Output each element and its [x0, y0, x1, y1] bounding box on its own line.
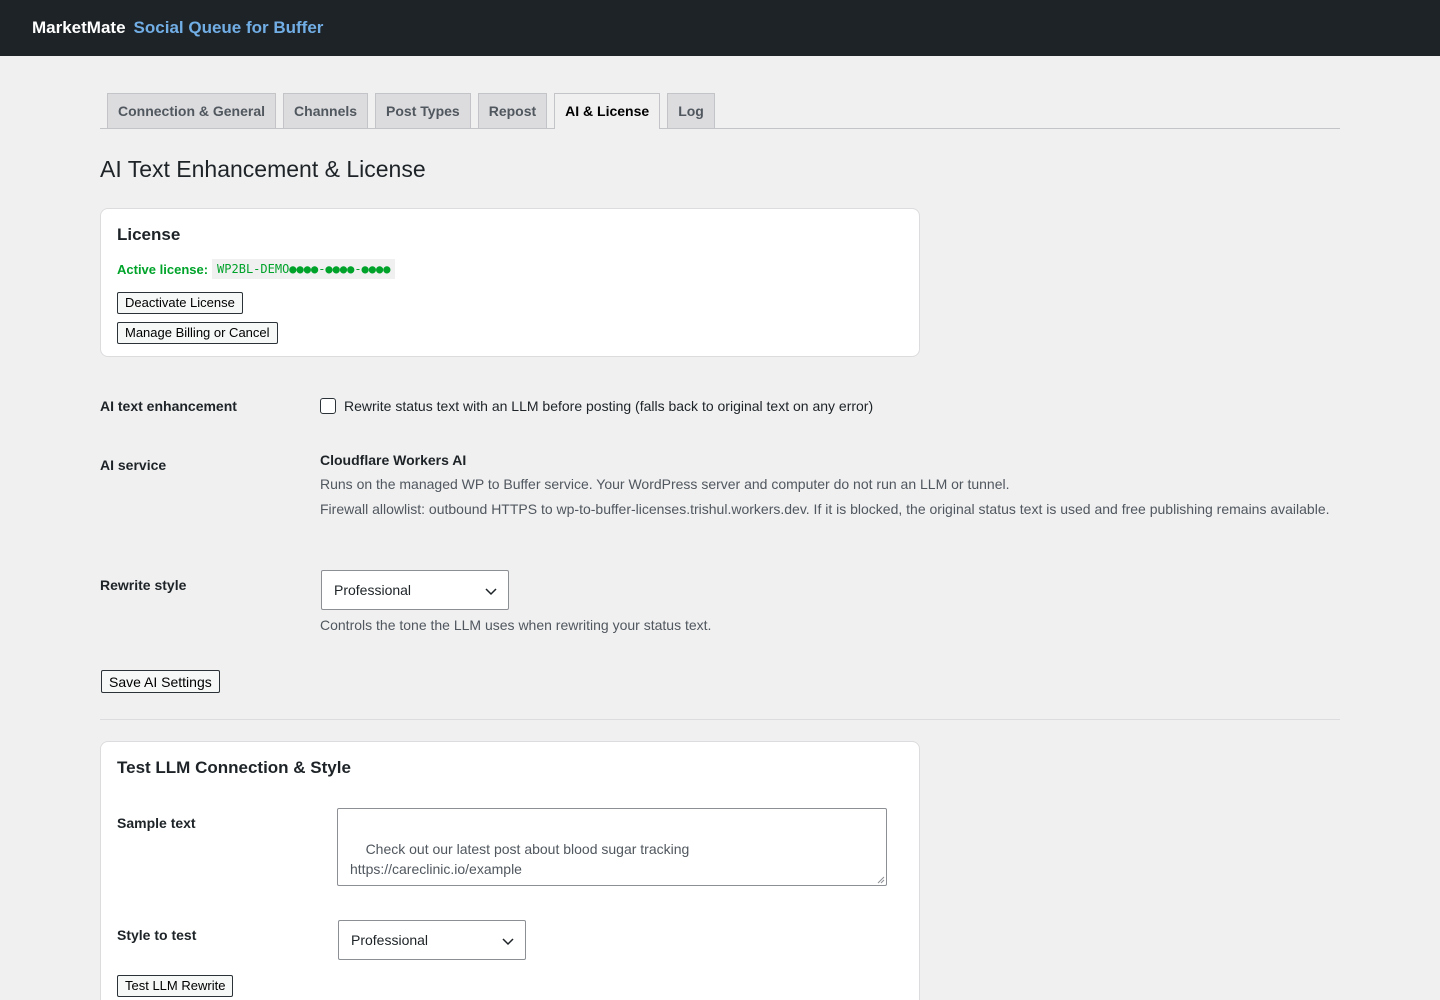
- chevron-down-icon: [485, 588, 497, 596]
- test-llm-card: Test LLM Connection & Style Sample text …: [100, 741, 920, 1000]
- active-license-row: Active license: WP2BL-DEMO●●●●-●●●●-●●●●: [117, 259, 396, 279]
- chevron-down-icon: [502, 938, 514, 946]
- firewall-note: Firewall allowlist: outbound HTTPS to wp…: [320, 501, 1330, 517]
- tab-channels[interactable]: Channels: [283, 93, 369, 128]
- license-key: WP2BL-DEMO●●●●-●●●●-●●●●: [212, 259, 396, 279]
- ai-enhancement-label: AI text enhancement: [100, 398, 237, 414]
- sample-text-value: Check out our latest post about blood su…: [350, 841, 690, 877]
- ai-service-label: AI service: [100, 457, 167, 473]
- rewrite-style-selected: Professional: [334, 582, 412, 598]
- settings-tabs: Connection & General Channels Post Types…: [100, 93, 1340, 129]
- ai-enhancement-checkbox-label[interactable]: Rewrite status text with an LLM before p…: [344, 398, 873, 414]
- manage-billing-button[interactable]: Manage Billing or Cancel: [117, 322, 278, 344]
- ai-enhancement-checkbox[interactable]: [320, 398, 336, 414]
- ai-service-description: Runs on the managed WP to Buffer service…: [320, 476, 1010, 492]
- product-name: Social Queue for Buffer: [133, 18, 324, 37]
- tab-repost[interactable]: Repost: [477, 93, 548, 128]
- style-to-test-selected: Professional: [351, 932, 429, 948]
- license-title: License: [117, 225, 181, 244]
- tab-connection-general[interactable]: Connection & General: [107, 93, 277, 128]
- test-llm-rewrite-button[interactable]: Test LLM Rewrite: [117, 975, 234, 997]
- brand-name: MarketMate: [32, 18, 126, 37]
- test-llm-title: Test LLM Connection & Style: [117, 758, 351, 777]
- style-to-test-label: Style to test: [117, 927, 197, 943]
- ai-service-name: Cloudflare Workers AI: [320, 452, 467, 468]
- sample-text-label: Sample text: [117, 815, 196, 831]
- resize-handle-icon[interactable]: [877, 876, 885, 884]
- deactivate-license-button[interactable]: Deactivate License: [117, 292, 243, 314]
- admin-topbar: MarketMate Social Queue for Buffer: [0, 0, 1440, 56]
- rewrite-style-select[interactable]: Professional: [321, 570, 509, 610]
- save-ai-settings-button[interactable]: Save AI Settings: [101, 670, 220, 693]
- tab-ai-license[interactable]: AI & License: [554, 93, 661, 129]
- page-title: AI Text Enhancement & License: [100, 156, 426, 182]
- rewrite-style-help: Controls the tone the LLM uses when rewr…: [320, 617, 712, 633]
- tab-log[interactable]: Log: [667, 93, 715, 128]
- rewrite-style-label: Rewrite style: [100, 577, 187, 593]
- section-divider: [100, 719, 1340, 720]
- style-to-test-select[interactable]: Professional: [338, 920, 526, 960]
- tab-post-types[interactable]: Post Types: [375, 93, 471, 128]
- sample-text-textarea[interactable]: Check out our latest post about blood su…: [337, 808, 887, 886]
- active-license-label: Active license:: [117, 261, 209, 277]
- license-card: License Active license: WP2BL-DEMO●●●●-●…: [100, 208, 920, 357]
